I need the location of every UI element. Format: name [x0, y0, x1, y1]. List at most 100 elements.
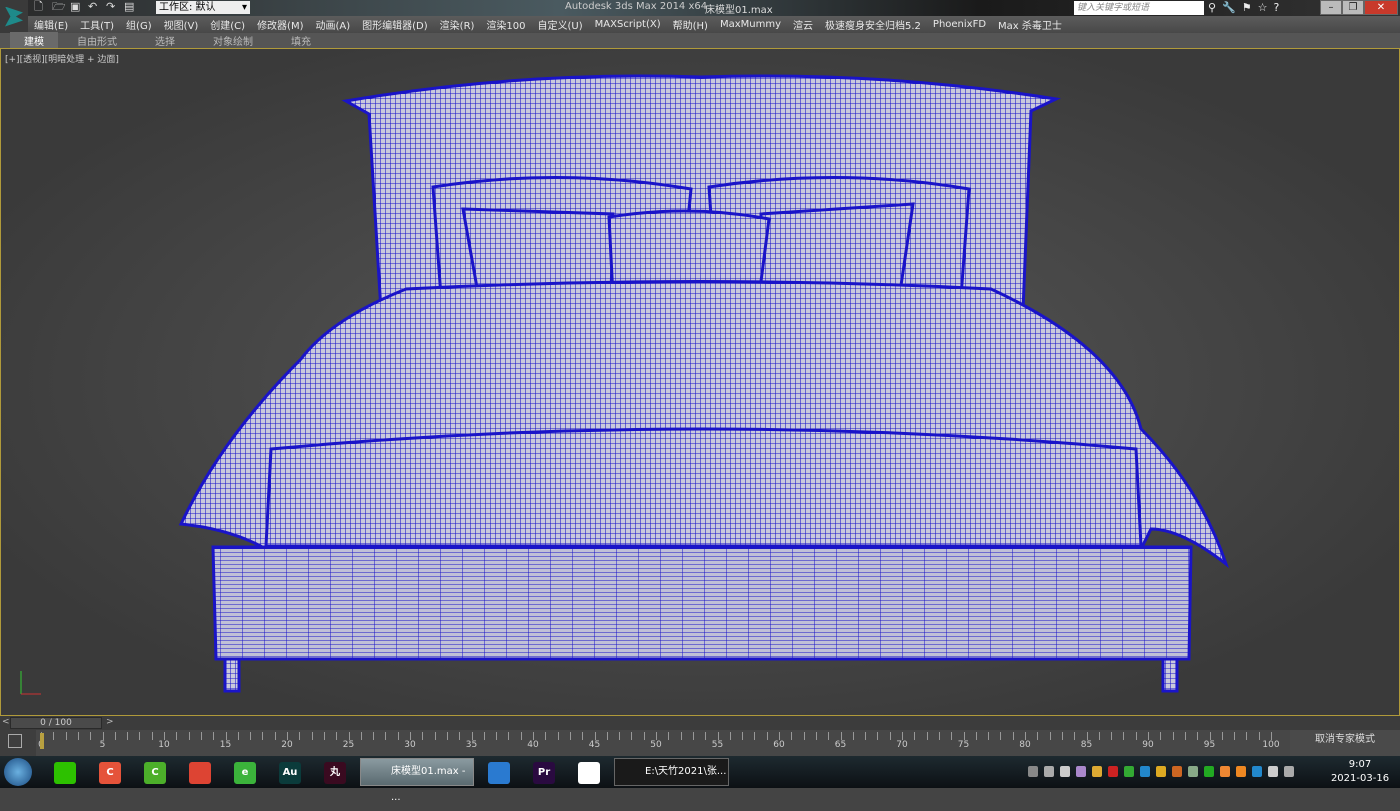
- menu-item[interactable]: 极速瘦身安全归档5.2: [819, 17, 927, 32]
- next-frame-button[interactable]: >: [106, 717, 114, 727]
- tick-mark: [557, 732, 559, 740]
- project-icon[interactable]: ▤: [124, 1, 136, 13]
- tray-icon[interactable]: [1284, 766, 1294, 777]
- tray-icon[interactable]: [1044, 766, 1054, 777]
- tray-icon[interactable]: [1236, 766, 1246, 777]
- menu-item[interactable]: 渲云: [787, 17, 819, 32]
- tray-icon[interactable]: [1156, 766, 1166, 777]
- menu-item[interactable]: 自定义(U): [532, 17, 589, 32]
- tray-icon[interactable]: [1060, 766, 1070, 777]
- start-button[interactable]: [4, 758, 32, 786]
- tick-mark: [902, 732, 903, 740]
- taskbar-app-icon[interactable]: C: [99, 762, 121, 784]
- tray-icon[interactable]: [1076, 766, 1086, 777]
- clock[interactable]: 9:07 2021-03-16: [1330, 758, 1390, 786]
- tray-icon[interactable]: [1092, 766, 1102, 777]
- tray-icon[interactable]: [1252, 766, 1262, 777]
- tick-mark: [213, 732, 215, 740]
- tick-mark: [569, 732, 571, 740]
- application-button[interactable]: [0, 0, 28, 33]
- menu-item[interactable]: 修改器(M): [251, 17, 309, 32]
- taskbar-app-icon[interactable]: e: [234, 762, 256, 784]
- perspective-viewport[interactable]: [+][透视][明暗处理 + 边面]: [0, 48, 1400, 716]
- menu-item[interactable]: 工具(T): [74, 17, 120, 32]
- tick-mark: [742, 732, 744, 740]
- tray-icon[interactable]: [1124, 766, 1134, 777]
- tick-mark: [717, 732, 719, 740]
- taskbar-app-icon[interactable]: [54, 762, 76, 784]
- taskbar-app-icon[interactable]: [488, 762, 510, 784]
- cancel-expert-mode-button[interactable]: 取消专家模式: [1290, 730, 1400, 756]
- menu-item[interactable]: 渲染(R): [434, 17, 481, 32]
- track-bar[interactable]: 0510152025303540455055606570758085909510…: [0, 730, 1400, 756]
- ribbon-tab[interactable]: 对象绘制: [194, 33, 272, 48]
- menu-item[interactable]: PhoenixFD: [927, 19, 992, 30]
- tick-mark: [90, 732, 92, 740]
- tick-mark: [926, 732, 928, 740]
- menu-item[interactable]: 编辑(E): [28, 17, 74, 32]
- taskbar-app-icon[interactable]: [189, 762, 211, 784]
- tray-icon[interactable]: [1268, 766, 1278, 777]
- tray-icon[interactable]: [1028, 766, 1038, 777]
- menu-item[interactable]: MaxMummy: [714, 19, 787, 30]
- menu-item[interactable]: 帮助(H): [667, 17, 714, 32]
- prev-frame-button[interactable]: <: [2, 717, 10, 727]
- taskbar-app-icon[interactable]: Pr: [533, 762, 555, 784]
- curve-editor-icon[interactable]: [8, 734, 22, 748]
- tick-mark: [520, 732, 522, 740]
- ribbon-tab[interactable]: 自由形式: [58, 33, 136, 48]
- taskbar-3dsmax-window[interactable]: 床模型01.max - ...: [360, 758, 474, 803]
- tick-mark: [360, 732, 362, 740]
- star-icon[interactable]: ☆: [1258, 1, 1268, 14]
- tick-mark: [877, 732, 879, 740]
- menu-item[interactable]: 动画(A): [310, 17, 357, 32]
- help-icon[interactable]: ?: [1274, 1, 1280, 14]
- open-icon[interactable]: 🗁: [52, 1, 66, 13]
- taskbar-explorer-window[interactable]: E:\天竹2021\张...: [614, 758, 729, 786]
- taskbar-app-icon[interactable]: Au: [279, 762, 301, 784]
- tick-mark: [65, 732, 67, 740]
- menu-item[interactable]: 渲染100: [480, 17, 531, 32]
- tray-icon[interactable]: [1220, 766, 1230, 777]
- track-ticks[interactable]: 0510152025303540455055606570758085909510…: [36, 730, 1290, 756]
- communication-icon[interactable]: ⚑: [1242, 1, 1252, 14]
- taskbar-app-icon[interactable]: 丸: [324, 762, 346, 784]
- search-input[interactable]: 键入关键字或短语: [1074, 1, 1204, 15]
- tray-icon[interactable]: [1204, 766, 1214, 777]
- time-slider-thumb[interactable]: 0 / 100: [10, 717, 102, 729]
- new-icon[interactable]: 🗋: [34, 1, 46, 13]
- workspace-dropdown[interactable]: 工作区: 默认 ▾: [156, 1, 250, 14]
- minimize-button[interactable]: –: [1320, 0, 1342, 15]
- tick-mark: [1025, 732, 1026, 740]
- ribbon-tab[interactable]: 选择: [136, 33, 194, 48]
- ribbon-tab[interactable]: 填充: [272, 33, 330, 48]
- wrench-icon[interactable]: 🔧: [1222, 1, 1236, 14]
- menu-item[interactable]: MAXScript(X): [589, 19, 667, 30]
- tray-icon[interactable]: [1108, 766, 1118, 777]
- tick-mark: [656, 732, 657, 740]
- restore-button[interactable]: ❐: [1342, 0, 1364, 15]
- tray-icon[interactable]: [1172, 766, 1182, 777]
- tick-label: 100: [1262, 740, 1280, 750]
- tick-mark: [533, 732, 534, 740]
- undo-icon[interactable]: ↶: [88, 1, 100, 13]
- menu-item[interactable]: 视图(V): [158, 17, 205, 32]
- tray-icon[interactable]: [1188, 766, 1198, 777]
- close-button[interactable]: ✕: [1364, 0, 1398, 15]
- menu-item[interactable]: 组(G): [120, 17, 158, 32]
- tick-mark: [397, 732, 399, 740]
- menu-item[interactable]: Max 杀毒卫士: [992, 17, 1068, 32]
- menu-item[interactable]: 创建(C): [204, 17, 251, 32]
- taskbar-app-icon[interactable]: C: [144, 762, 166, 784]
- binoculars-icon[interactable]: ⚲: [1208, 1, 1216, 14]
- menu-item[interactable]: 图形编辑器(D): [356, 17, 434, 32]
- time-slider[interactable]: < 0 / 100 >: [0, 716, 1400, 730]
- tray-icon[interactable]: [1140, 766, 1150, 777]
- redo-icon[interactable]: ↷: [106, 1, 118, 13]
- taskbar-app-icon[interactable]: [578, 762, 600, 784]
- frame-cursor[interactable]: [40, 733, 44, 749]
- ribbon-tab[interactable]: 建模: [10, 32, 58, 49]
- save-icon[interactable]: ▣: [70, 1, 82, 13]
- tick-mark: [951, 732, 953, 740]
- tick-mark: [422, 732, 424, 740]
